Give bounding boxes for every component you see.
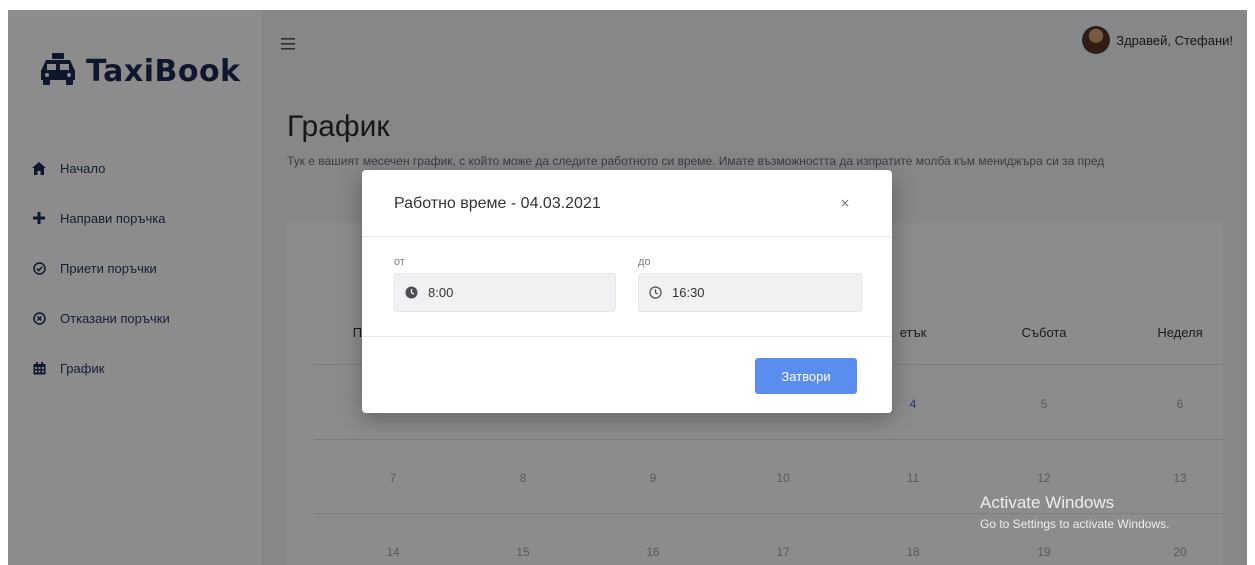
working-hours-modal: Работно време - 04.03.2021 от 8:00 до 16… [362, 170, 892, 413]
to-time-field[interactable]: 16:30 [638, 273, 862, 312]
modal-title: Работно време - 04.03.2021 [394, 195, 601, 212]
clock-icon [405, 286, 418, 299]
modal-divider [362, 336, 892, 337]
from-time-value: 8:00 [428, 285, 454, 300]
watermark-title: Activate Windows [980, 493, 1115, 512]
clock-outline-icon [649, 286, 662, 299]
to-label: до [638, 256, 651, 268]
from-time-field[interactable]: 8:00 [394, 273, 616, 312]
close-button[interactable]: Затвори [755, 358, 857, 394]
to-time-value: 16:30 [672, 285, 705, 300]
close-icon[interactable] [838, 196, 852, 210]
modal-header: Работно време - 04.03.2021 [362, 170, 892, 237]
from-label: от [394, 256, 405, 268]
windows-activation-watermark: Activate Windows Go to Settings to activ… [980, 493, 1169, 531]
watermark-subtitle: Go to Settings to activate Windows. [980, 517, 1170, 531]
